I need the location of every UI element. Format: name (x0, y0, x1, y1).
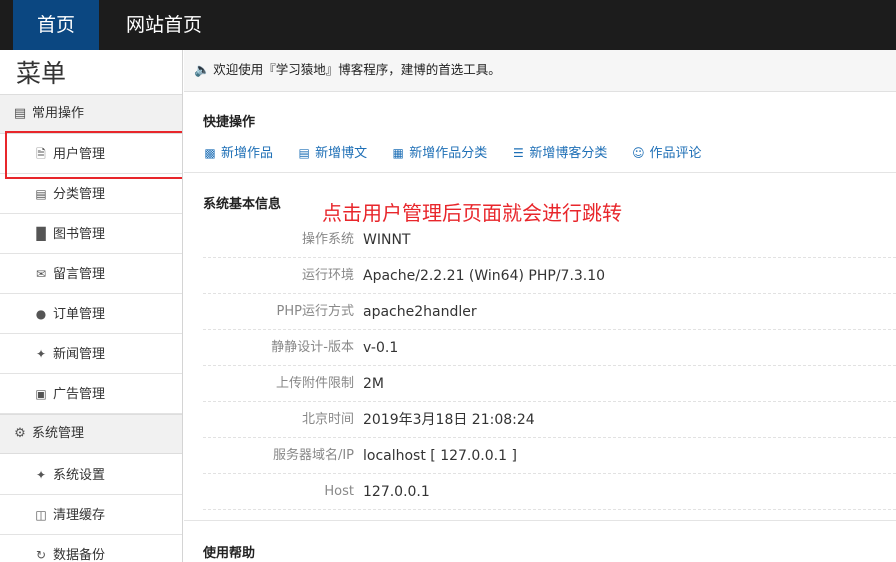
sidebar-group-system[interactable]: ⚙ 系统管理 (0, 414, 182, 454)
sidebar-item-label: 分类管理 (53, 187, 106, 202)
refresh-icon: ↻ (35, 548, 47, 562)
info-label: 服务器域名/IP (272, 448, 354, 463)
info-row: Host 127.0.0.1 (203, 474, 896, 510)
sidebar: 菜单 ▤ 常用操作 🗎 用户管理 ▤ 分类管理 █ 图书管理 ✉ 留言管理 ● 订单管理 ✦… (0, 50, 183, 562)
envelope-icon: ✉ (35, 267, 47, 281)
quick-link-comments[interactable]: ☺ 作品评论 (631, 142, 701, 161)
sidebar-item-label: 图书管理 (53, 227, 106, 242)
quick-link-add-work[interactable]: ▩ 新增作品 (203, 142, 273, 161)
sidebar-item-ad-management[interactable]: ▣ 广告管理 (0, 374, 182, 414)
info-label: 北京时间 (301, 412, 354, 427)
comment-icon: ● (35, 307, 47, 321)
sidebar-item-message-management[interactable]: ✉ 留言管理 (0, 254, 182, 294)
books-icon: █ (36, 227, 46, 241)
sidebar-item-book-management[interactable]: █ 图书管理 (0, 214, 182, 254)
list-box-icon: ▤ (13, 106, 27, 121)
info-value: apache2handler (363, 304, 477, 320)
picture-icon: ▣ (35, 387, 47, 401)
sidebar-item-label: 留言管理 (53, 267, 106, 282)
nav-site-home-link[interactable]: 网站首页 (114, 0, 214, 50)
sysinfo-title: 系统基本信息 (203, 197, 282, 212)
sidebar-title: 菜单 (16, 59, 67, 88)
sidebar-item-clear-cache[interactable]: ◫ 清理缓存 (0, 495, 182, 535)
quick-link-label: 新增博文 (315, 146, 368, 161)
quick-link-add-post[interactable]: ▤ 新增博文 (297, 142, 367, 161)
sidebar-item-order-management[interactable]: ● 订单管理 (0, 294, 182, 334)
sidebar-item-data-backup[interactable]: ↻ 数据备份 (0, 535, 182, 562)
notice-text: 欢迎使用『学习猿地』博客程序，建博的首选工具。 (213, 62, 501, 77)
info-label: 操作系统 (301, 232, 354, 247)
document-icon: ▤ (298, 146, 310, 160)
sidebar-item-user-management[interactable]: 🗎 用户管理 (0, 134, 182, 174)
wrench-icon: ✦ (35, 347, 47, 361)
quick-actions: ▩ 新增作品 ▤ 新增博文 ▦ 新增作品分类 ☰ 新增博客分类 ☺ 作品评论 (203, 142, 720, 162)
trash-icon: ◫ (35, 508, 47, 522)
info-value: v-0.1 (363, 340, 399, 356)
info-value: 2M (363, 376, 384, 392)
divider (184, 172, 896, 173)
sidebar-item-label: 新闻管理 (53, 347, 106, 362)
info-value: 127.0.0.1 (363, 484, 430, 500)
sidebar-item-label: 数据备份 (53, 548, 106, 562)
notice-bar: 🔈 欢迎使用『学习猿地』博客程序，建博的首选工具。 (184, 50, 896, 92)
list-icon: ▤ (35, 187, 47, 201)
help-title: 使用帮助 (203, 546, 256, 561)
info-label: 静静设计-版本 (271, 340, 354, 355)
info-row: 北京时间 2019年3月18日 21:08:24 (203, 402, 896, 438)
info-row: 服务器域名/IP localhost [ 127.0.0.1 ] (203, 438, 896, 474)
info-row: 上传附件限制 2M (203, 366, 896, 402)
info-value: localhost [ 127.0.0.1 ] (363, 448, 517, 464)
quick-link-label: 新增博客分类 (529, 146, 608, 161)
info-value: 2019年3月18日 21:08:24 (363, 412, 535, 428)
card-icon: ▩ (204, 146, 216, 160)
gear-icon: ⚙ (14, 426, 26, 441)
info-row: 操作系统 WINNT (203, 222, 896, 258)
sidebar-item-system-settings[interactable]: ✦ 系统设置 (0, 455, 182, 495)
info-label: 上传附件限制 (275, 376, 354, 391)
quick-link-label: 作品评论 (649, 146, 702, 161)
face-icon: ☺ (632, 146, 645, 160)
sidebar-item-label: 广告管理 (53, 387, 106, 402)
sidebar-item-label: 用户管理 (53, 147, 106, 162)
wrench-icon: ✦ (35, 468, 47, 482)
info-label: PHP运行方式 (276, 304, 354, 319)
quick-link-label: 新增作品 (221, 146, 274, 161)
sysinfo-table: 操作系统 WINNT 运行环境 Apache/2.2.21 (Win64) PH… (203, 222, 896, 510)
quick-link-add-blog-category[interactable]: ☰ 新增博客分类 (511, 142, 607, 161)
info-row: 运行环境 Apache/2.2.21 (Win64) PHP/7.3.10 (203, 258, 896, 294)
sidebar-group-common[interactable]: ▤ 常用操作 (0, 94, 182, 134)
file-icon: 🗎 (36, 147, 46, 161)
nav-home-tab[interactable]: 首页 (13, 0, 99, 50)
quick-link-label: 新增作品分类 (409, 146, 488, 161)
menu-icon: ☰ (512, 146, 524, 160)
sidebar-item-label: 清理缓存 (53, 508, 106, 523)
info-value: WINNT (363, 232, 411, 248)
image-list-icon: ▦ (392, 146, 404, 160)
info-row: 静静设计-版本 v-0.1 (203, 330, 896, 366)
info-label: 运行环境 (301, 268, 354, 283)
info-label: Host (324, 484, 354, 499)
sidebar-group-label: 常用操作 (32, 106, 85, 121)
info-value: Apache/2.2.21 (Win64) PHP/7.3.10 (363, 268, 606, 284)
sidebar-item-category-management[interactable]: ▤ 分类管理 (0, 174, 182, 214)
top-navbar: 首页 网站首页 (0, 0, 896, 50)
sidebar-group-label: 系统管理 (32, 426, 85, 441)
speaker-icon: 🔈 (194, 63, 211, 78)
main-content: 🔈 欢迎使用『学习猿地』博客程序，建博的首选工具。 快捷操作 ▩ 新增作品 ▤ 新增博… (184, 50, 896, 562)
sidebar-item-label: 系统设置 (53, 468, 106, 483)
sidebar-item-news-management[interactable]: ✦ 新闻管理 (0, 334, 182, 374)
info-row: PHP运行方式 apache2handler (203, 294, 896, 330)
sidebar-item-label: 订单管理 (53, 307, 106, 322)
quick-actions-title: 快捷操作 (203, 115, 256, 130)
divider (184, 520, 896, 521)
quick-link-add-work-category[interactable]: ▦ 新增作品分类 (391, 142, 488, 161)
